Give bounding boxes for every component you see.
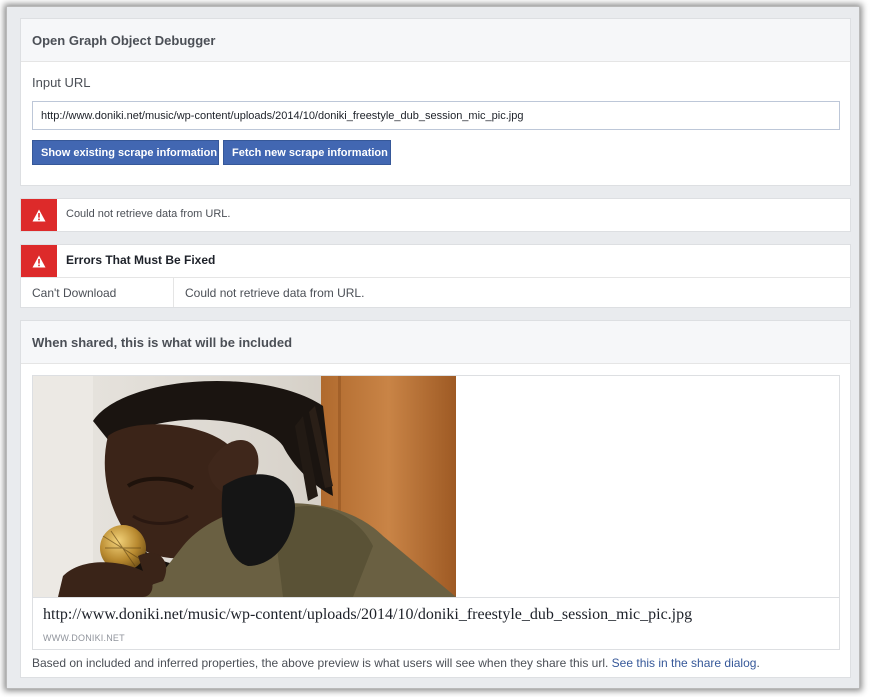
link-preview-card[interactable]: http://www.doniki.net/music/wp-content/u… [32,375,840,650]
error-value: Could not retrieve data from URL. [185,286,365,300]
alert-icon-box [21,199,57,231]
alert-message: Could not retrieve data from URL. [66,208,231,220]
errors-title: Errors That Must Be Fixed [66,253,216,267]
preview-domain: WWW.DONIKI.NET [43,633,125,643]
error-key: Can't Download [32,286,117,300]
input-url-label: Input URL [32,75,91,90]
debugger-title: Open Graph Object Debugger [21,19,850,62]
share-preview-title: When shared, this is what will be includ… [21,321,850,364]
warning-icon [32,209,46,221]
warning-icon [32,255,46,267]
errors-panel: Errors That Must Be Fixed Can't Download… [20,244,851,308]
share-preview-panel: When shared, this is what will be includ… [20,320,851,678]
window-frame: Open Graph Object Debugger Input URL Sho… [6,6,860,689]
alert-panel: Could not retrieve data from URL. [20,198,851,232]
photo-musician-with-microphone [33,376,456,597]
url-input[interactable] [32,101,840,130]
share-note: Based on included and inferred propertie… [32,656,760,670]
show-existing-scrape-button[interactable]: Show existing scrape information [32,140,219,165]
debugger-panel: Open Graph Object Debugger Input URL Sho… [20,18,851,186]
share-note-end: . [756,656,760,670]
share-dialog-link[interactable]: See this in the share dialog [612,656,757,670]
preview-title: http://www.doniki.net/music/wp-content/u… [43,606,693,623]
divider [33,597,839,598]
divider [21,277,850,278]
column-divider [173,278,174,307]
preview-image [33,376,456,597]
errors-icon-box [21,245,57,277]
share-note-text: Based on included and inferred propertie… [32,656,609,670]
fetch-new-scrape-button[interactable]: Fetch new scrape information [223,140,391,165]
